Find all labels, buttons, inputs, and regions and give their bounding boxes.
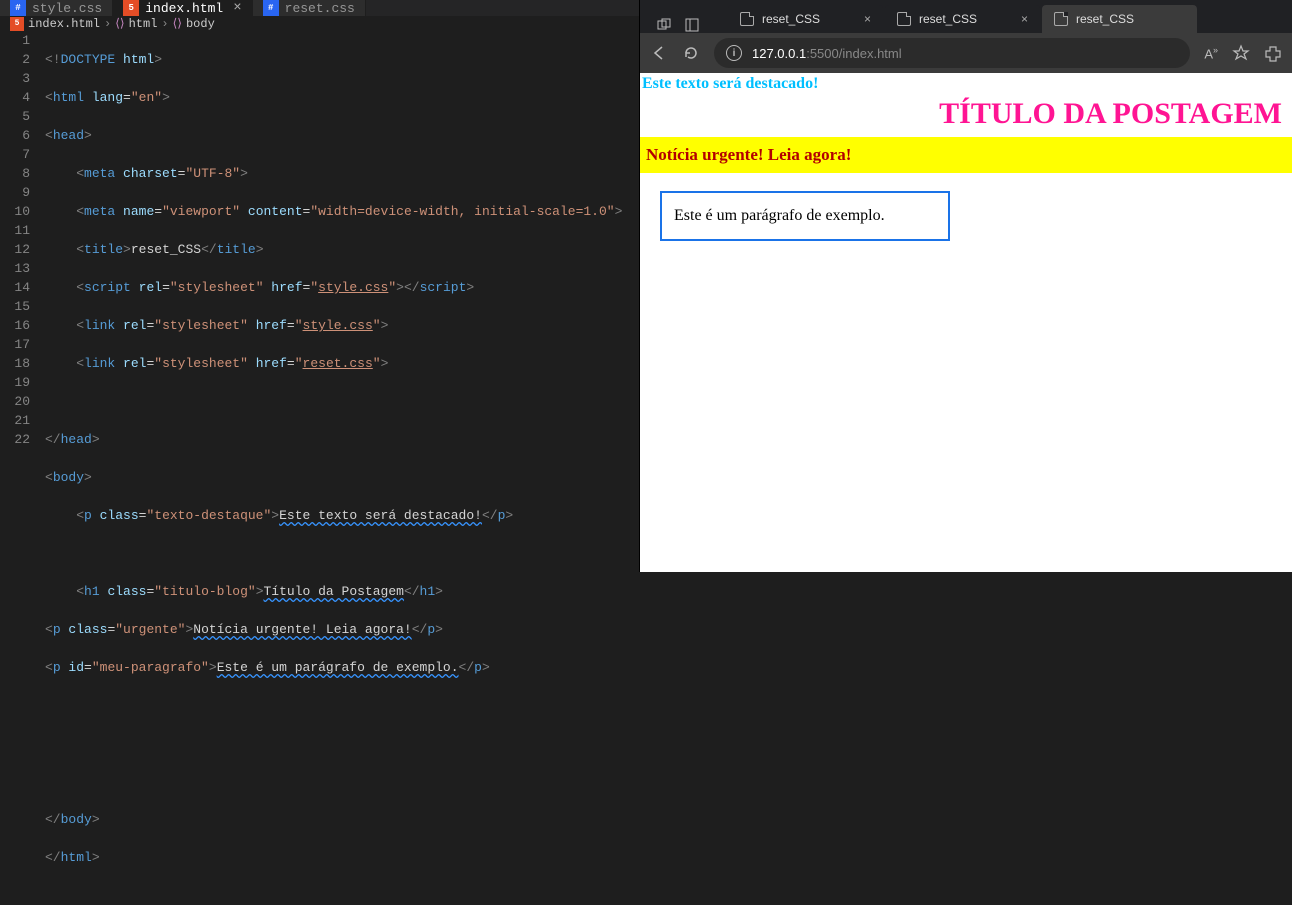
back-icon[interactable]	[650, 44, 668, 62]
browser-tab[interactable]: reset_CSS ×	[728, 5, 883, 33]
url-port: :5500	[806, 46, 839, 61]
css-file-icon: #	[10, 0, 26, 16]
address-bar[interactable]: i 127.0.0.1:5500/index.html	[714, 38, 1190, 68]
read-aloud-icon[interactable]: A»	[1204, 45, 1218, 61]
tab-label: reset_CSS	[1076, 12, 1134, 26]
browser-tabs: reset_CSS × reset_CSS × reset_CSS	[640, 0, 1292, 33]
css-file-icon: #	[263, 0, 279, 16]
close-icon[interactable]: ×	[233, 0, 241, 16]
line-gutter: 12345678910111213141516171819202122	[0, 31, 45, 905]
browser-tab-active[interactable]: reset_CSS	[1042, 5, 1197, 33]
close-icon[interactable]: ×	[864, 12, 871, 26]
url-host: 127.0.0.1	[752, 46, 806, 61]
tab-reset-css[interactable]: # reset.css	[253, 0, 366, 16]
html-file-icon: 5	[10, 17, 24, 31]
code-editor[interactable]: 12345678910111213141516171819202122 <!DO…	[0, 31, 639, 905]
meu-paragrafo: Este é um parágrafo de exemplo.	[660, 191, 950, 241]
titulo-blog: TÍTULO DA POSTAGEM	[640, 95, 1292, 137]
breadcrumb-file: index.html	[28, 17, 100, 31]
document-icon	[1054, 12, 1068, 26]
extensions-icon[interactable]	[1264, 44, 1282, 62]
refresh-icon[interactable]	[682, 44, 700, 62]
favorite-icon[interactable]	[1232, 44, 1250, 62]
editor-pane: # style.css 5 index.html × # reset.css 5…	[0, 0, 639, 572]
info-icon[interactable]: i	[726, 45, 742, 61]
browser-viewport: Este texto será destacado! TÍTULO DA POS…	[640, 73, 1292, 572]
tab-index-html[interactable]: 5 index.html ×	[113, 0, 252, 16]
chevron-right-icon: ›	[104, 17, 111, 31]
breadcrumb-node: html	[129, 17, 158, 31]
html-file-icon: 5	[123, 0, 139, 16]
document-icon	[740, 12, 754, 26]
bracket-icon: ⟨⟩	[115, 16, 124, 31]
browser-tab[interactable]: reset_CSS ×	[885, 5, 1040, 33]
tab-label: index.html	[145, 1, 223, 16]
vertical-tabs-icon[interactable]	[684, 17, 700, 33]
tab-label: style.css	[32, 1, 102, 16]
tab-label: reset_CSS	[762, 12, 820, 26]
close-icon[interactable]: ×	[1021, 12, 1028, 26]
url-path: /index.html	[839, 46, 902, 61]
chevron-right-icon: ›	[161, 17, 168, 31]
tab-style-css[interactable]: # style.css	[0, 0, 113, 16]
tab-actions	[648, 17, 728, 33]
browser-pane: reset_CSS × reset_CSS × reset_CSS i 127.…	[639, 0, 1292, 572]
document-icon	[897, 12, 911, 26]
toolbar-icons: A»	[1204, 44, 1282, 62]
tab-actions-icon[interactable]	[656, 17, 672, 33]
code-content[interactable]: <!DOCTYPE html> <html lang="en"> <head> …	[45, 31, 639, 905]
tab-label: reset.css	[285, 1, 355, 16]
browser-toolbar: i 127.0.0.1:5500/index.html A»	[640, 33, 1292, 73]
breadcrumb[interactable]: 5 index.html › ⟨⟩ html › ⟨⟩ body	[0, 16, 639, 31]
breadcrumb-node: body	[186, 17, 215, 31]
editor-tabs: # style.css 5 index.html × # reset.css	[0, 0, 639, 16]
urgente-banner: Notícia urgente! Leia agora!	[640, 137, 1292, 173]
tab-label: reset_CSS	[919, 12, 977, 26]
texto-destaque: Este texto será destacado!	[640, 73, 1292, 95]
bracket-icon: ⟨⟩	[173, 16, 182, 31]
